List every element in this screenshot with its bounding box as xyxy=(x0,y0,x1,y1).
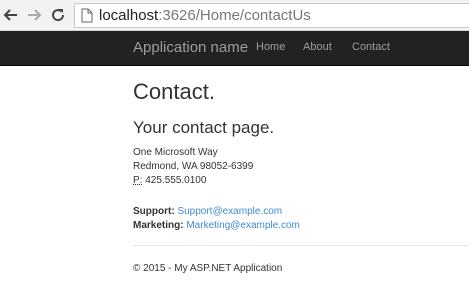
url-path: :3626/Home/contactUs xyxy=(158,7,311,24)
phone-number: 425.555.0100 xyxy=(145,175,207,186)
page-icon xyxy=(81,8,93,23)
footer-divider xyxy=(133,245,469,246)
marketing-contact: Marketing: Marketing@example.com xyxy=(133,219,300,233)
address-line-2: Redmond, WA 98052-6399 xyxy=(133,161,254,172)
address-bar[interactable]: localhost:3626/Home/contactUs xyxy=(74,3,469,28)
back-button[interactable] xyxy=(0,4,22,26)
support-contact: Support: Support@example.com xyxy=(133,205,300,219)
brand-link[interactable]: Application name xyxy=(133,39,248,56)
nav-link-about[interactable]: About xyxy=(303,41,332,53)
contact-emails: Support: Support@example.com Marketing: … xyxy=(133,205,300,233)
browser-toolbar: localhost:3626/Home/contactUs xyxy=(0,0,469,31)
address-block: One Microsoft Way Redmond, WA 98052-6399… xyxy=(133,146,253,188)
address-line-1: One Microsoft Way xyxy=(133,147,218,158)
phone-line: P: 425.555.0100 xyxy=(133,174,253,188)
reload-button[interactable] xyxy=(47,4,69,26)
page-title: Contact. xyxy=(133,79,215,104)
nav-link-contact[interactable]: Contact xyxy=(352,41,390,53)
page-subtitle: Your contact page. xyxy=(133,118,275,137)
reload-icon xyxy=(52,9,65,22)
site-navbar: Application name Home About Contact xyxy=(0,31,469,66)
marketing-label: Marketing: xyxy=(133,220,184,231)
footer-text: © 2015 - My ASP.NET Application xyxy=(133,263,283,274)
support-email-link[interactable]: Support@example.com xyxy=(177,206,282,217)
support-label: Support: xyxy=(133,206,175,217)
nav-link-home[interactable]: Home xyxy=(256,41,285,53)
arrow-right-icon xyxy=(28,9,42,21)
arrow-left-icon xyxy=(3,9,17,21)
url-text: localhost:3626/Home/contactUs xyxy=(99,7,311,25)
forward-button[interactable] xyxy=(23,4,45,26)
marketing-email-link[interactable]: Marketing@example.com xyxy=(186,220,300,231)
url-host: localhost xyxy=(99,7,159,24)
phone-label: P: xyxy=(133,175,143,186)
